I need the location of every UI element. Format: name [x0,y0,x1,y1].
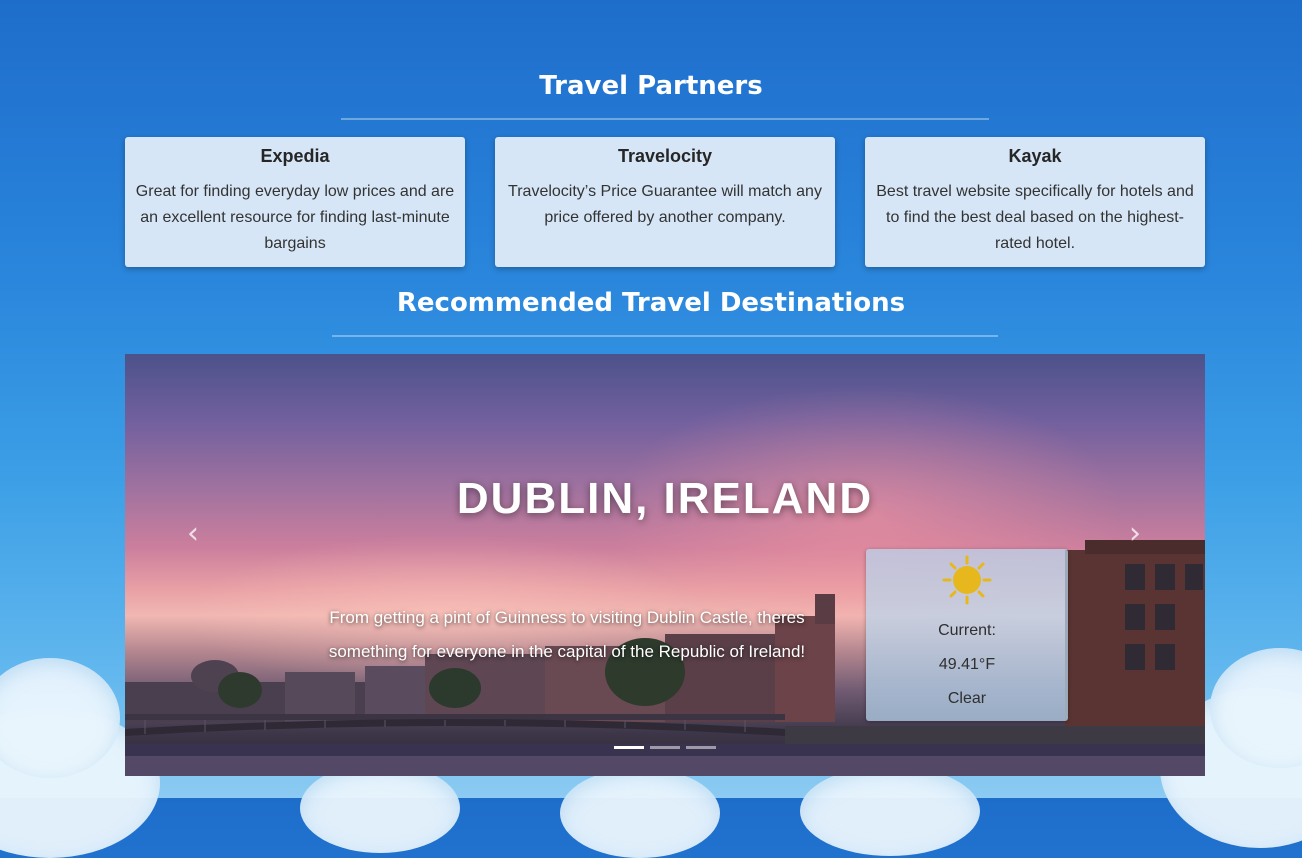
partner-card-title: Expedia [260,146,330,166]
carousel-indicator-1[interactable] [614,746,644,749]
carousel-prev-button[interactable]: ‹ [173,514,213,554]
partner-card-text: Travelocity’s Price Guarantee will match… [508,183,822,226]
partner-card-text: Best travel website specifically for hot… [876,183,1194,252]
chevron-left-icon: ‹ [187,516,199,551]
carousel-indicators [614,746,716,750]
destinations-heading: Recommended Travel Destinations [396,288,906,318]
weather-current-label: Current: [938,622,996,639]
partner-card-expedia: Expedia Great for finding everyday low p… [125,137,465,267]
weather-temperature: 49.41°F [938,656,996,673]
partner-card-title: Travelocity [617,146,713,166]
partner-card-title: Kayak [1008,146,1062,166]
carousel-next-button[interactable]: › [1115,514,1155,554]
destination-description: From getting a pint of Guinness to visit… [328,608,806,661]
carousel-indicator-2[interactable] [650,746,680,749]
carousel-indicator-3[interactable] [686,746,716,749]
travel-partners-heading: Travel Partners [539,71,763,101]
partner-card-kayak: Kayak Best travel website specifically f… [865,137,1205,267]
destination-title: DUBLIN, IRELAND [456,474,874,523]
chevron-right-icon: › [1129,516,1141,551]
weather-widget: Current: 49.41°F Clear [866,549,1068,721]
heading-divider [341,118,989,120]
partner-card-travelocity: Travelocity Travelocity’s Price Guarante… [495,137,835,267]
destination-carousel[interactable]: DUBLIN, IRELAND From getting a pint of G… [125,354,1205,776]
partner-card-text: Great for finding everyday low prices an… [135,183,455,252]
heading-divider [332,335,998,337]
weather-condition: Clear [947,690,987,707]
sun-icon [942,555,992,605]
